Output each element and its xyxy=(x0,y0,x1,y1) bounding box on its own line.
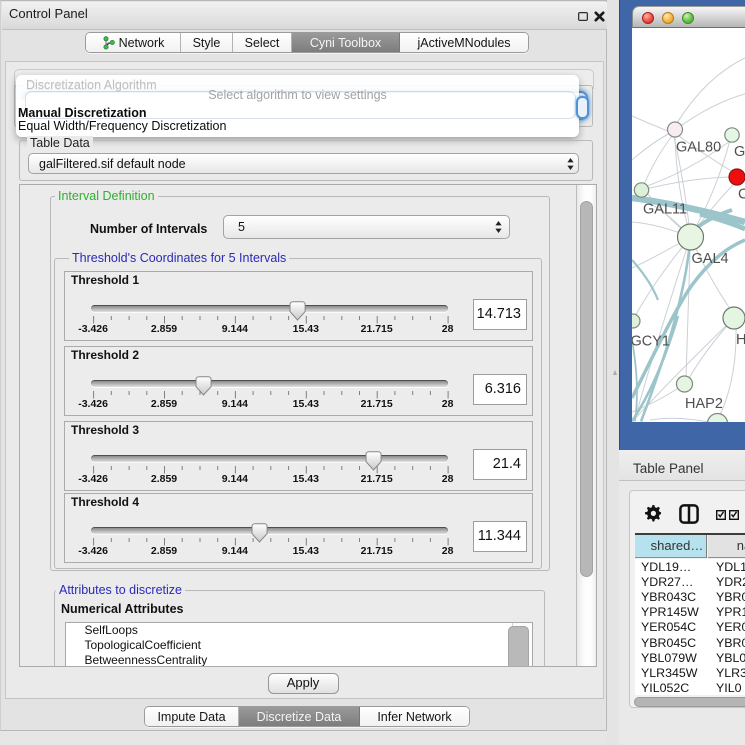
svg-text:H: H xyxy=(736,332,745,348)
svg-text:GCY1: GCY1 xyxy=(632,334,670,350)
svg-text:C: C xyxy=(738,187,745,203)
svg-text:HAP2: HAP2 xyxy=(685,396,723,412)
svg-text:GAL11: GAL11 xyxy=(643,202,687,218)
svg-text:GA: GA xyxy=(734,144,745,160)
svg-text:GAL4: GAL4 xyxy=(692,251,729,267)
svg-text:GAL80: GAL80 xyxy=(676,140,721,156)
